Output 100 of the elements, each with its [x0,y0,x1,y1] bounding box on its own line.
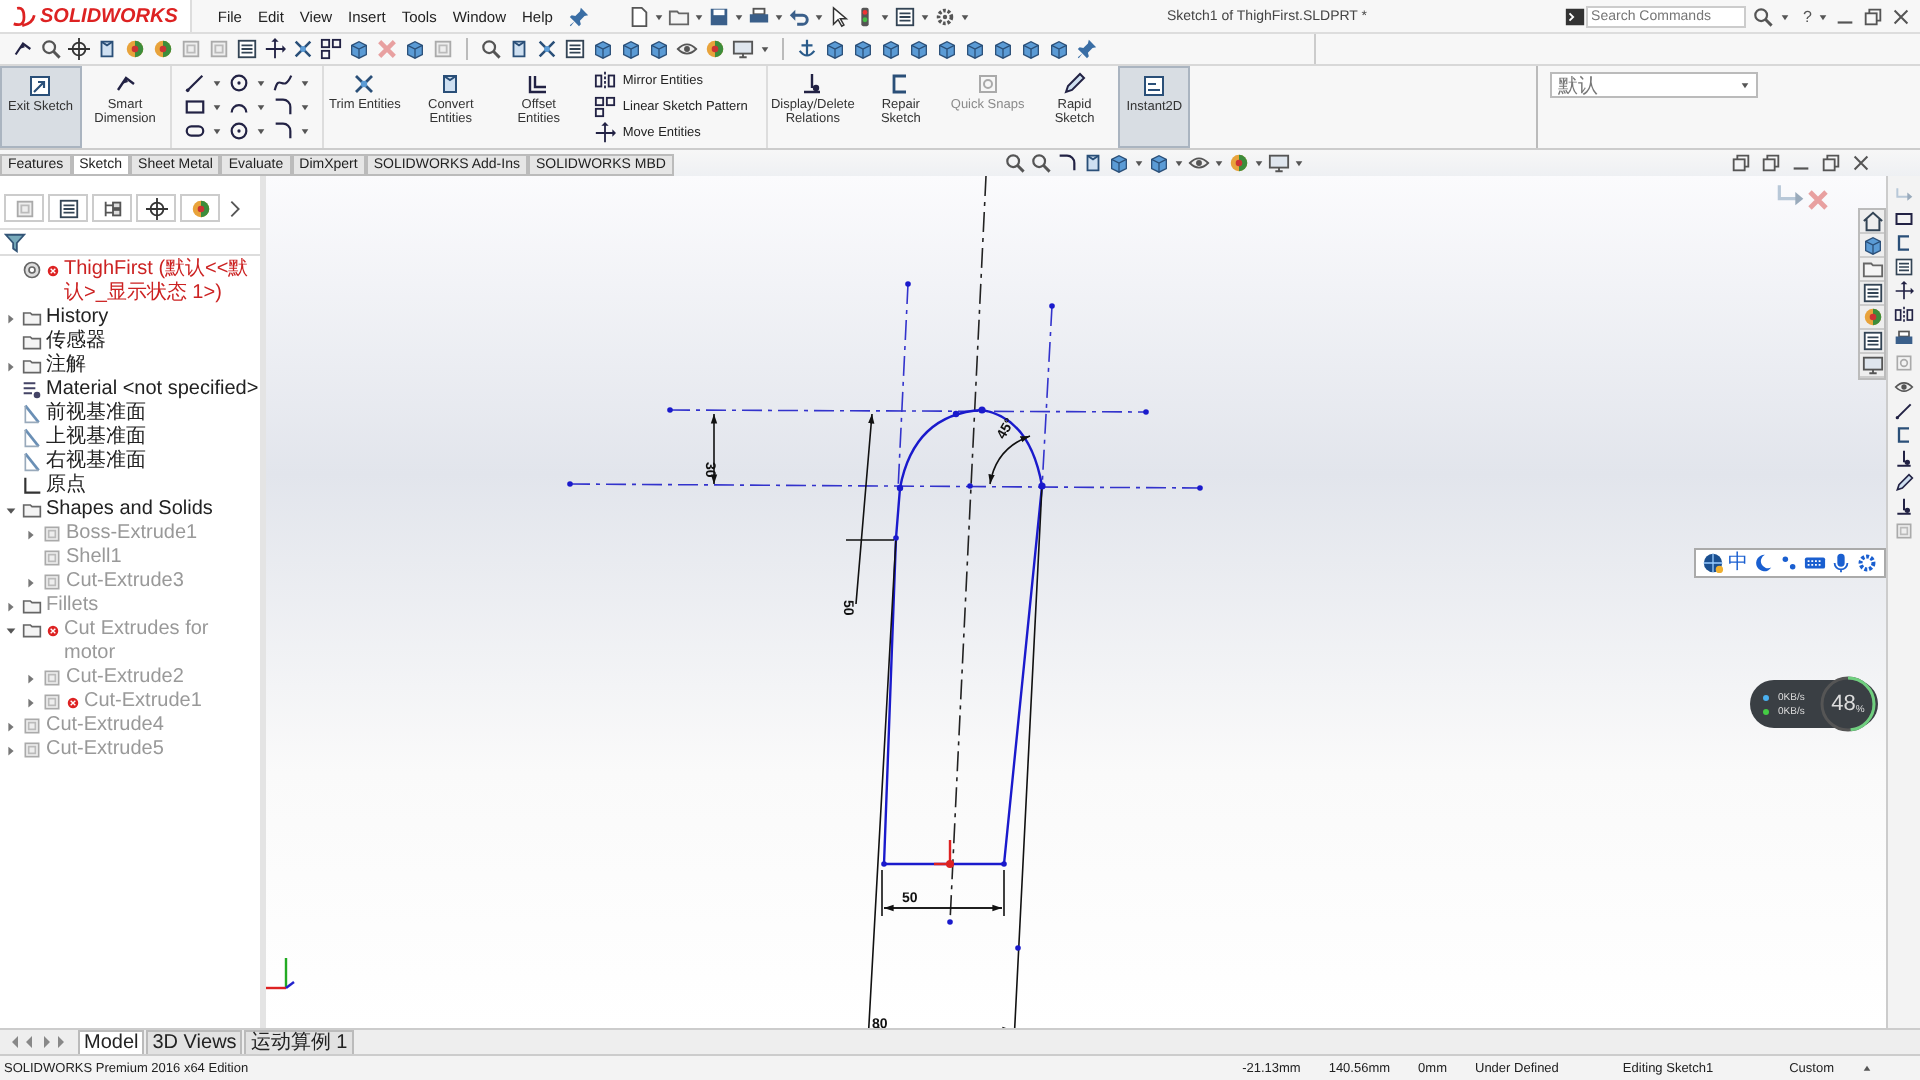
convert-icon[interactable] [1081,152,1104,174]
corner-icon[interactable] [271,95,294,118]
relation-icon[interactable] [1894,448,1914,470]
expand-arrow-icon[interactable] [24,696,38,710]
cube-icon[interactable] [1048,38,1070,60]
cube-icon[interactable] [592,38,614,60]
save-icon[interactable] [708,5,731,27]
task-pane-tab[interactable] [1860,330,1884,354]
convert-icon[interactable] [96,38,118,60]
cube-icon[interactable] [1020,38,1042,60]
monitor-icon[interactable] [732,38,754,60]
caret-icon[interactable] [1740,80,1750,90]
settings-icon[interactable] [1856,552,1878,574]
trim-icon[interactable] [536,38,558,60]
configuration-dropdown[interactable]: 默认 [1550,72,1758,98]
restore-icon[interactable] [1760,152,1782,174]
spline-icon[interactable] [271,71,294,94]
caret-icon[interactable] [760,44,770,54]
bracket-icon[interactable] [1894,232,1914,254]
keyboard-icon[interactable] [1804,552,1826,574]
circle-icon[interactable] [227,71,250,94]
printer-icon[interactable] [748,5,771,27]
cursor-icon[interactable] [828,5,851,27]
rectangle-icon[interactable] [1894,208,1914,230]
sphere-icon[interactable] [152,38,174,60]
eye-icon[interactable] [1894,376,1914,398]
sphere-icon[interactable] [704,38,726,60]
relation-icon[interactable] [800,72,825,96]
input-mode-button[interactable]: 中 [1728,552,1748,574]
search-icon[interactable] [1029,152,1052,174]
convert-icon[interactable] [438,72,463,96]
search-icon[interactable] [1751,5,1774,27]
mirror-icon[interactable] [1894,304,1914,326]
caret-icon[interactable] [1213,158,1224,168]
caret-icon[interactable] [734,11,745,21]
folder-icon[interactable] [668,5,691,27]
view-tab[interactable]: Model [78,1029,145,1055]
expand-arrow-icon[interactable] [4,744,18,758]
list-icon[interactable] [894,5,917,27]
caret-icon[interactable] [255,77,266,88]
caret-icon[interactable] [1862,1063,1872,1073]
caret-icon[interactable] [299,101,310,112]
caret-icon[interactable] [211,77,222,88]
cube-icon[interactable] [936,38,958,60]
bracket-icon[interactable] [1894,424,1914,446]
expand-arrow-icon[interactable] [4,312,18,326]
collapse-arrow-icon[interactable] [4,504,18,518]
caret-icon[interactable] [1779,11,1790,21]
pin-icon[interactable] [568,5,591,27]
filter-icon[interactable] [4,232,26,254]
corner-icon[interactable] [271,120,294,143]
caret-icon[interactable] [299,77,310,88]
cube-icon[interactable] [404,38,426,60]
expand-arrow-icon[interactable] [4,720,18,734]
caret-icon[interactable] [255,126,266,137]
line-icon[interactable] [1894,400,1914,422]
trim-icon[interactable] [352,72,377,96]
expand-arrow-icon[interactable] [4,600,18,614]
cube-icon[interactable] [824,38,846,60]
pencil-icon[interactable] [1062,72,1087,96]
cube-icon[interactable] [992,38,1014,60]
undo-icon[interactable] [788,5,811,27]
caret-icon[interactable] [211,101,222,112]
gear-icon[interactable] [934,5,957,27]
panel-tab[interactable] [48,194,88,222]
cube-icon[interactable] [348,38,370,60]
caret-icon[interactable] [814,11,825,21]
close-icon[interactable] [1850,152,1872,174]
trim-icon[interactable] [292,38,314,60]
offset-icon[interactable] [526,72,551,96]
list-icon[interactable] [236,38,258,60]
pin-icon[interactable] [1076,38,1098,60]
tree-item[interactable]: 上视基准面 [46,426,146,450]
restore-icon[interactable] [1820,152,1842,174]
collapse-arrow-icon[interactable] [4,624,18,638]
slot-icon[interactable] [183,120,206,143]
sphere-icon[interactable] [124,38,146,60]
task-pane-tab[interactable] [1860,210,1884,234]
printer-icon[interactable] [1894,328,1914,350]
tree-item[interactable]: Material <not specified> [46,378,259,402]
caret-icon[interactable] [1818,11,1828,21]
caret-icon[interactable] [774,11,785,21]
mirror-icon[interactable] [594,70,617,92]
pattern-icon[interactable] [594,96,617,118]
tree-item[interactable]: 传感器 [46,330,106,354]
convert-icon[interactable] [508,38,530,60]
relation-icon[interactable] [1894,496,1914,518]
search-icon[interactable] [1003,152,1026,174]
tree-item[interactable]: 原点 [46,474,86,498]
caret-icon[interactable] [1133,158,1144,168]
caret-icon[interactable] [694,11,705,21]
list-icon[interactable] [1894,256,1914,278]
cube-icon[interactable] [1107,152,1130,174]
cube-icon[interactable] [648,38,670,60]
cube-icon[interactable] [908,38,930,60]
list-icon[interactable] [564,38,586,60]
terminal-icon[interactable] [1563,5,1586,27]
pattern-icon[interactable] [320,38,342,60]
expand-arrow-icon[interactable] [24,576,38,590]
caret-icon[interactable] [920,11,931,21]
